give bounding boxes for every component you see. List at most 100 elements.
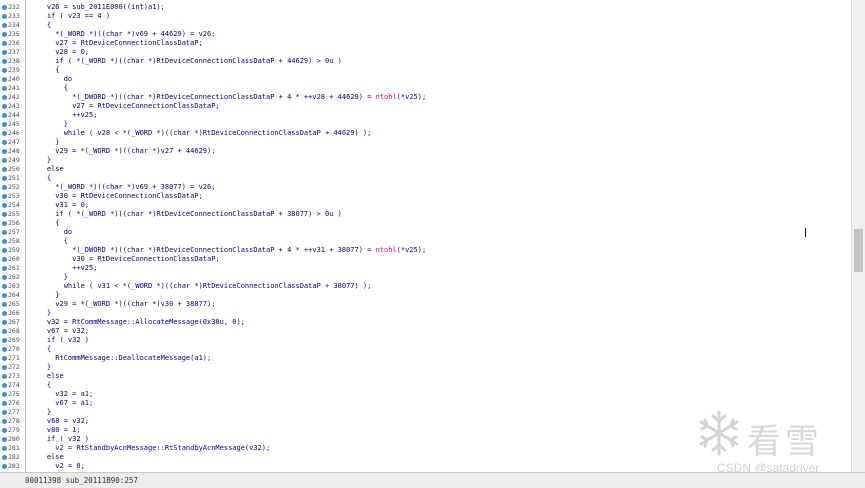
- code-line[interactable]: 263 while ( v31 < *(_WORD *)((char *)RtD…: [0, 282, 852, 291]
- line-marker-icon[interactable]: [2, 463, 7, 469]
- code-text[interactable]: }: [30, 120, 68, 129]
- line-marker-icon[interactable]: [2, 355, 7, 361]
- code-text[interactable]: v32 = RtCommMessage::AllocateMessage(0x3…: [30, 318, 245, 327]
- line-marker-icon[interactable]: [2, 112, 7, 118]
- code-line[interactable]: 237 v28 = 0;: [0, 48, 852, 57]
- code-text[interactable]: if ( *(_WORD *)((char *)RtDeviceConnecti…: [30, 57, 342, 66]
- line-marker-icon[interactable]: [2, 328, 7, 334]
- line-marker-icon[interactable]: [2, 76, 7, 82]
- code-text[interactable]: if ( v23 == 4 ): [30, 12, 110, 21]
- code-text[interactable]: v29 = *(_WORD *)((char *)v30 + 38077);: [30, 300, 215, 309]
- code-text[interactable]: v80 = 1;: [30, 426, 81, 435]
- line-marker-icon[interactable]: [2, 58, 7, 64]
- code-text[interactable]: ++v25;: [30, 111, 97, 120]
- code-line[interactable]: 272 }: [0, 363, 852, 372]
- line-marker-icon[interactable]: [2, 373, 7, 379]
- code-line[interactable]: 253 v30 = RtDeviceConnectionClassDataP;: [0, 192, 852, 201]
- line-marker-icon[interactable]: [2, 247, 7, 253]
- function-call-ntohl[interactable]: ntohl: [376, 246, 397, 254]
- code-line[interactable]: 241 {: [0, 84, 852, 93]
- code-line[interactable]: 265 v29 = *(_WORD *)((char *)v30 + 38077…: [0, 300, 852, 309]
- line-marker-icon[interactable]: [2, 130, 7, 136]
- code-line[interactable]: 232 v26 = sub_2011E000((int)a1);: [0, 3, 852, 12]
- pseudocode-view[interactable]: 232 v26 = sub_2011E000((int)a1); 233 if (…: [0, 0, 852, 472]
- code-line[interactable]: 267 v32 = RtCommMessage::AllocateMessage…: [0, 318, 852, 327]
- code-line[interactable]: 258 {: [0, 237, 852, 246]
- line-marker-icon[interactable]: [2, 94, 7, 100]
- vertical-scrollbar[interactable]: [851, 0, 865, 472]
- code-line[interactable]: 246 while ( v28 < *(_WORD *)((char *)RtD…: [0, 129, 852, 138]
- line-marker-icon[interactable]: [2, 184, 7, 190]
- line-marker-icon[interactable]: [2, 274, 7, 280]
- code-text[interactable]: {: [30, 219, 59, 228]
- line-marker-icon[interactable]: [2, 265, 7, 271]
- code-line[interactable]: 247 }: [0, 138, 852, 147]
- code-text[interactable]: v2 = 0;: [30, 462, 85, 471]
- code-text[interactable]: {: [30, 21, 51, 30]
- line-marker-icon[interactable]: [2, 454, 7, 460]
- code-text[interactable]: v27 = RtDeviceConnectionClassDataP;: [30, 39, 203, 48]
- code-line[interactable]: 269 if ( v32 ): [0, 336, 852, 345]
- line-marker-icon[interactable]: [2, 301, 7, 307]
- line-marker-icon[interactable]: [2, 13, 7, 19]
- line-marker-icon[interactable]: [2, 391, 7, 397]
- code-line[interactable]: 235 *(_WORD *)((char *)v69 + 44629) = v2…: [0, 30, 852, 39]
- line-marker-icon[interactable]: [2, 418, 7, 424]
- code-text[interactable]: }: [30, 408, 51, 417]
- function-call-ntohl[interactable]: ntohl: [376, 93, 397, 101]
- code-text[interactable]: while ( v28 < *(_WORD *)((char *)RtDevic…: [30, 129, 372, 138]
- code-line[interactable]: 238 if ( *(_WORD *)((char *)RtDeviceConn…: [0, 57, 852, 66]
- line-marker-icon[interactable]: [2, 427, 7, 433]
- code-line[interactable]: 264 }: [0, 291, 852, 300]
- code-line[interactable]: 234 {: [0, 21, 852, 30]
- code-line[interactable]: 262 }: [0, 273, 852, 282]
- code-line[interactable]: 240 do: [0, 75, 852, 84]
- line-marker-icon[interactable]: [2, 346, 7, 352]
- line-marker-icon[interactable]: [2, 40, 7, 46]
- code-line[interactable]: 245 }: [0, 120, 852, 129]
- code-text[interactable]: else: [30, 165, 64, 174]
- code-line[interactable]: 268 v67 = v32;: [0, 327, 852, 336]
- line-marker-icon[interactable]: [2, 292, 7, 298]
- line-marker-icon[interactable]: [2, 193, 7, 199]
- line-marker-icon[interactable]: [2, 382, 7, 388]
- code-text[interactable]: v30 = RtDeviceConnectionClassDataP;: [30, 255, 220, 264]
- code-line[interactable]: 250 else: [0, 165, 852, 174]
- scrollbar-thumb[interactable]: [854, 229, 863, 272]
- code-text[interactable]: else: [30, 453, 64, 462]
- code-line[interactable]: 248 v29 = *(_WORD *)((char *)v27 + 44629…: [0, 147, 852, 156]
- line-marker-icon[interactable]: [2, 22, 7, 28]
- line-marker-icon[interactable]: [2, 4, 7, 10]
- line-marker-icon[interactable]: [2, 337, 7, 343]
- line-marker-icon[interactable]: [2, 400, 7, 406]
- line-marker-icon[interactable]: [2, 238, 7, 244]
- code-text[interactable]: }: [30, 291, 59, 300]
- line-marker-icon[interactable]: [2, 31, 7, 37]
- code-text[interactable]: *(_DWORD *)((char *)RtDeviceConnectionCl…: [30, 93, 426, 102]
- code-text[interactable]: v67 = v32;: [30, 327, 89, 336]
- code-line[interactable]: 274 {: [0, 381, 852, 390]
- code-text[interactable]: {: [30, 84, 68, 93]
- code-line[interactable]: 249 }: [0, 156, 852, 165]
- line-marker-icon[interactable]: [2, 175, 7, 181]
- line-marker-icon[interactable]: [2, 121, 7, 127]
- line-marker-icon[interactable]: [2, 166, 7, 172]
- line-marker-icon[interactable]: [2, 445, 7, 451]
- code-text[interactable]: }: [30, 309, 51, 318]
- code-text[interactable]: ++v25;: [30, 264, 97, 273]
- code-text[interactable]: }: [30, 273, 68, 282]
- code-text[interactable]: v30 = RtDeviceConnectionClassDataP;: [30, 192, 203, 201]
- line-marker-icon[interactable]: [2, 202, 7, 208]
- code-text[interactable]: v29 = *(_WORD *)((char *)v27 + 44629);: [30, 147, 215, 156]
- line-marker-icon[interactable]: [2, 283, 7, 289]
- line-marker-icon[interactable]: [2, 157, 7, 163]
- code-text[interactable]: {: [30, 381, 51, 390]
- code-line[interactable]: 266 }: [0, 309, 852, 318]
- code-text[interactable]: *(_DWORD *)((char *)RtDeviceConnectionCl…: [30, 246, 426, 255]
- code-text[interactable]: v27 = RtDeviceConnectionClassDataP;: [30, 102, 220, 111]
- code-text[interactable]: do: [30, 75, 72, 84]
- code-text[interactable]: if ( v32 ): [30, 435, 89, 444]
- line-marker-icon[interactable]: [2, 310, 7, 316]
- code-line[interactable]: 251 {: [0, 174, 852, 183]
- code-line[interactable]: 273 else: [0, 372, 852, 381]
